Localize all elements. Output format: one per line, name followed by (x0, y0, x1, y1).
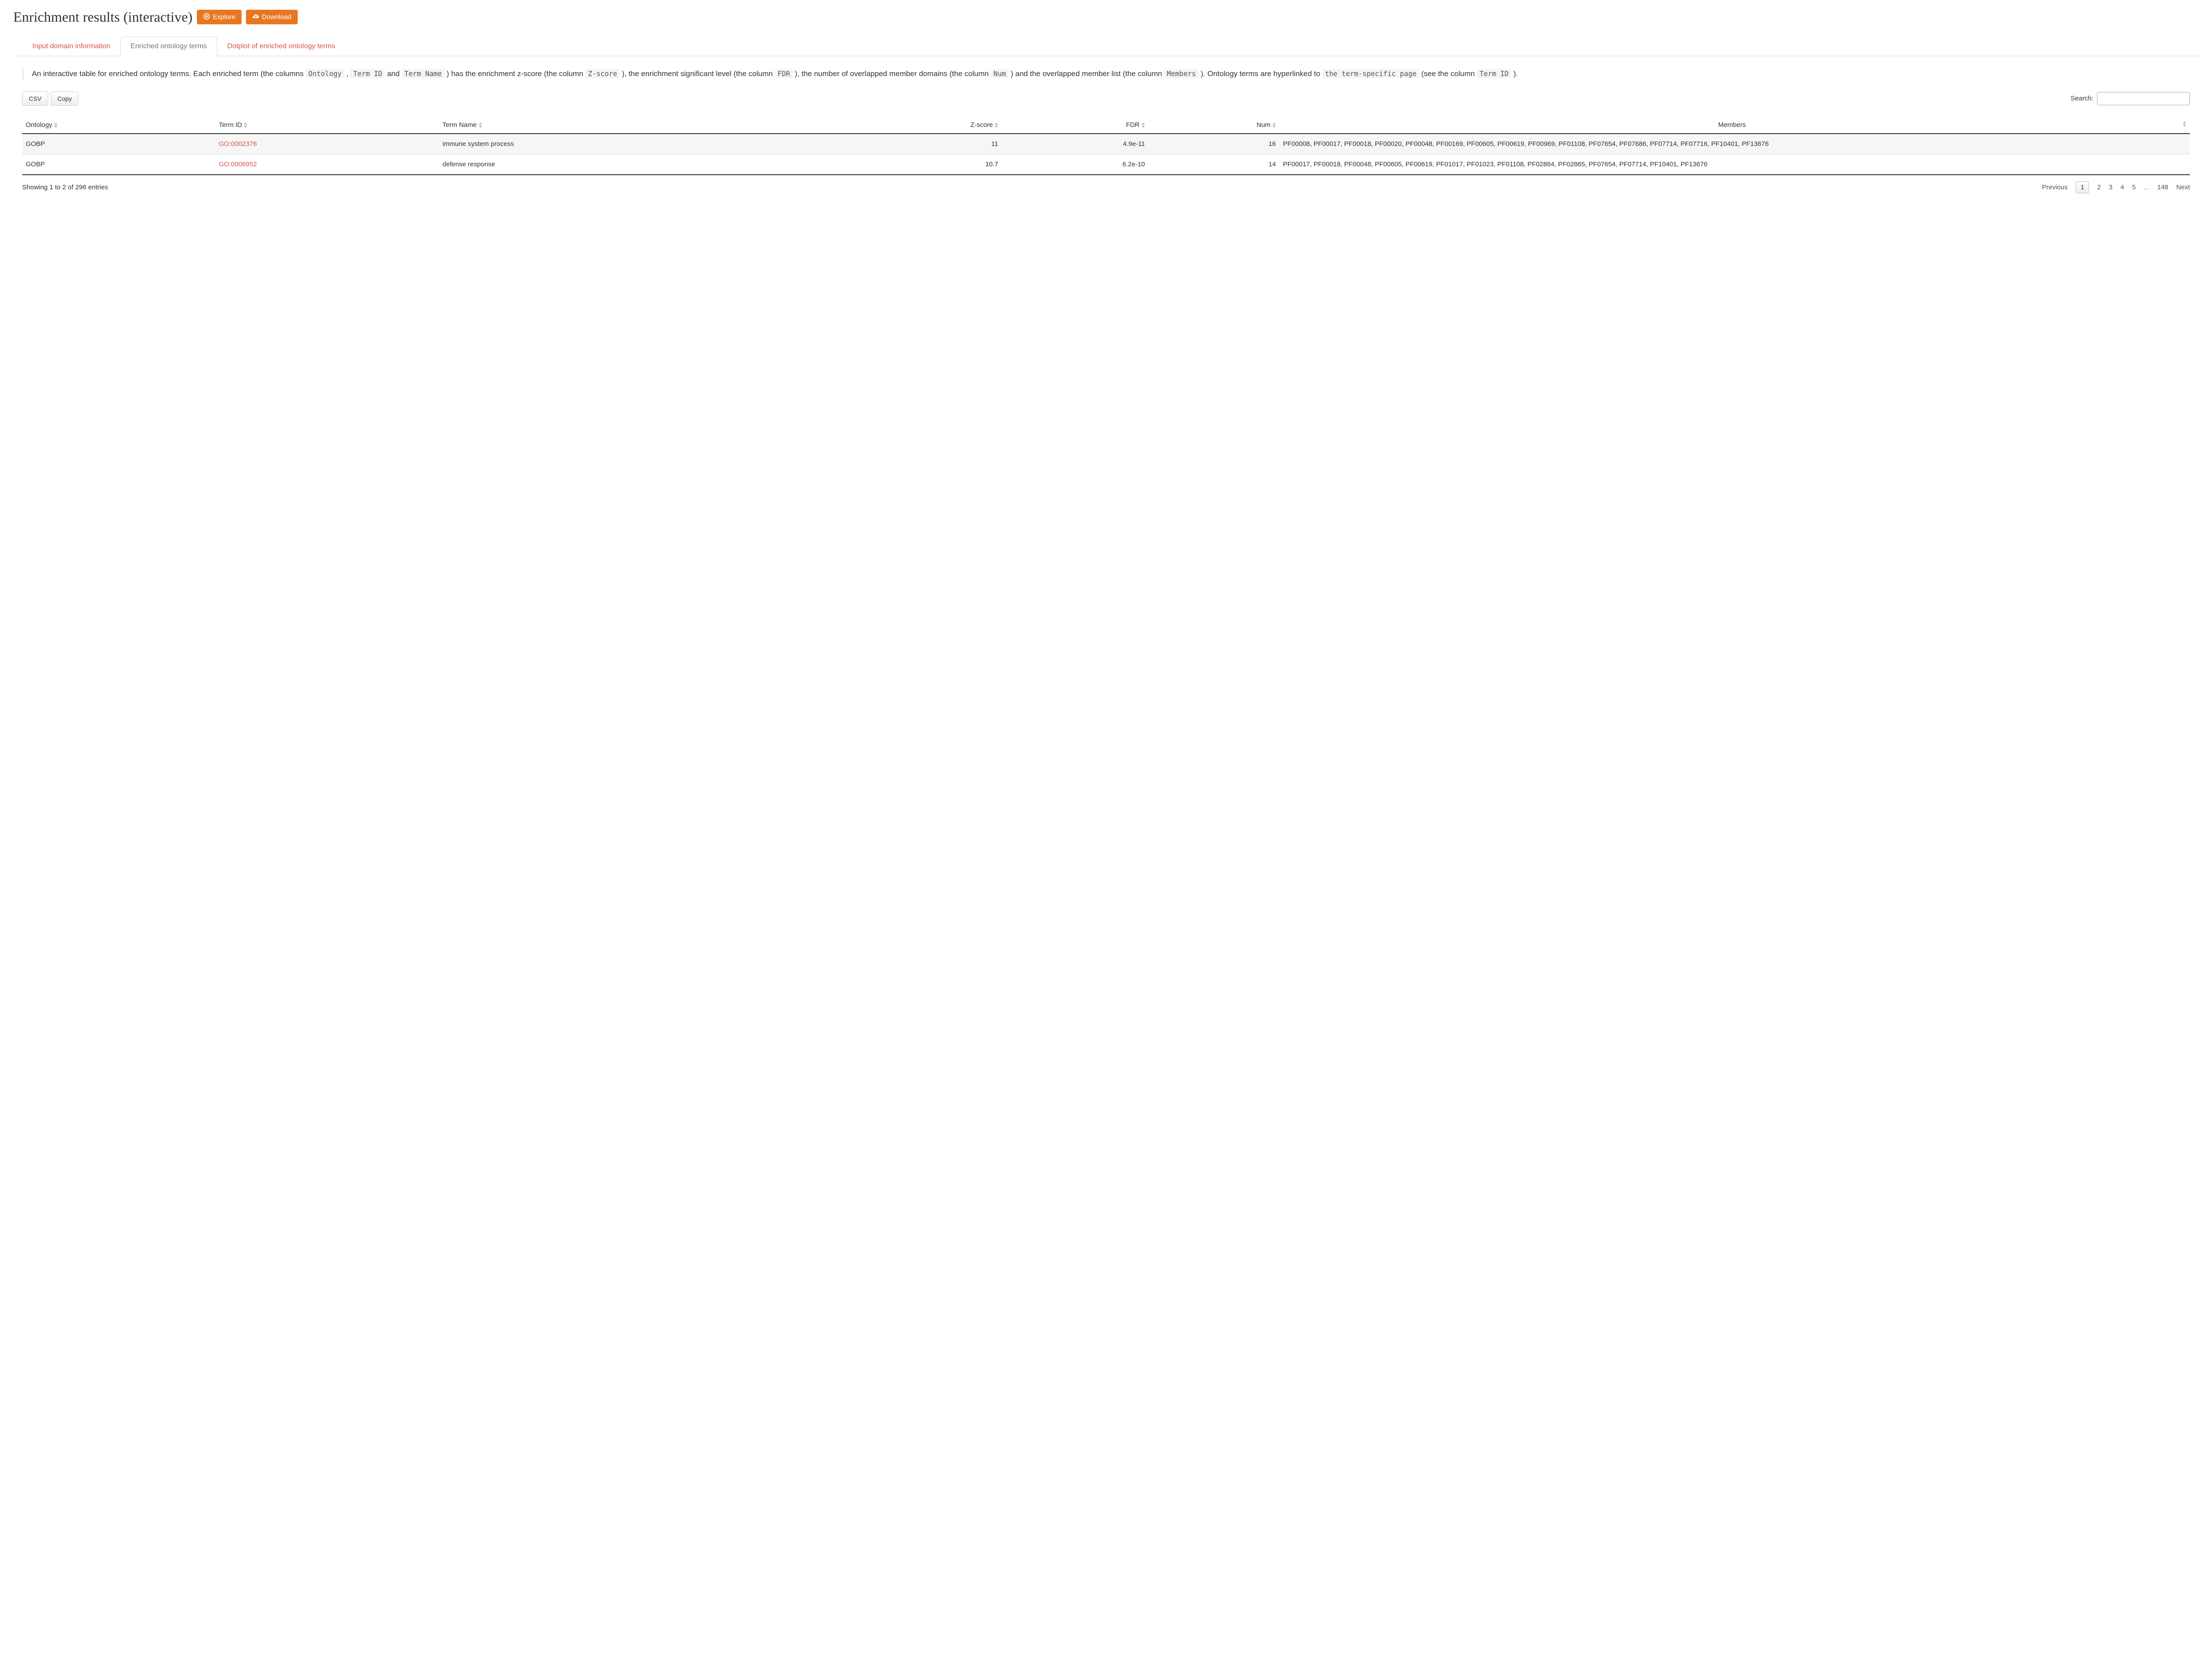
sort-icon (2183, 121, 2186, 127)
sort-icon (479, 123, 482, 128)
explore-button[interactable]: Explore (197, 10, 242, 24)
sort-icon (1141, 123, 1145, 128)
csv-button[interactable]: CSV (22, 92, 48, 106)
page-last[interactable]: 148 (2157, 184, 2168, 191)
col-ontology[interactable]: Ontology (22, 117, 215, 134)
kw-termid: Term ID (350, 69, 385, 78)
cell-members: PF00017, PF00018, PF00048, PF00605, PF00… (1279, 154, 2190, 175)
sort-icon (995, 123, 998, 128)
copy-button[interactable]: Copy (51, 92, 79, 106)
page-1[interactable]: 1 (2076, 181, 2089, 193)
cell-members: PF00008, PF00017, PF00018, PF00020, PF00… (1279, 134, 2190, 154)
tab-dotplot[interactable]: Dotplot of enriched ontology terms (217, 37, 346, 56)
kw-fdr: FDR (775, 69, 793, 78)
kw-ontology: Ontology (306, 69, 344, 78)
page-4[interactable]: 4 (2120, 184, 2124, 191)
intro-text: An interactive table for enriched ontolo… (22, 67, 2190, 81)
cell-zscore: 10.7 (829, 154, 1002, 175)
page-2[interactable]: 2 (2097, 184, 2101, 191)
cell-termname: defense response (439, 154, 829, 175)
cell-num: 14 (1148, 154, 1279, 175)
cell-termname: immune system process (439, 134, 829, 154)
kw-termid2: Term ID (1477, 69, 1511, 78)
kw-members: Members (1164, 69, 1198, 78)
explore-label: Explore (213, 14, 235, 20)
search-input[interactable] (2097, 92, 2190, 105)
kw-num: Num (991, 69, 1009, 78)
page-ellipsis: ... (2144, 184, 2150, 191)
search-label: Search: (2070, 95, 2093, 102)
results-table: Ontology Term ID Term Name Z-score FDR N… (22, 117, 2190, 175)
page-next[interactable]: Next (2176, 184, 2190, 191)
download-label: Download (262, 14, 292, 20)
target-icon (203, 13, 210, 21)
kw-zscore: Z-score (585, 69, 620, 78)
col-fdr[interactable]: FDR (1002, 117, 1148, 134)
tab-enriched-terms[interactable]: Enriched ontology terms (120, 37, 217, 56)
page-title: Enrichment results (interactive) (13, 9, 192, 25)
sort-icon (244, 123, 247, 128)
termid-link[interactable]: GO:0006952 (219, 161, 257, 168)
table-row: GOBP GO:0006952 defense response 10.7 6.… (22, 154, 2190, 175)
tab-input-domain[interactable]: Input domain information (22, 37, 120, 56)
page-5[interactable]: 5 (2132, 184, 2135, 191)
cell-num: 16 (1148, 134, 1279, 154)
kw-termspecific: the term-specific page (1322, 69, 1419, 78)
col-zscore[interactable]: Z-score (829, 117, 1002, 134)
col-members[interactable]: Members (1279, 117, 2190, 134)
termid-link[interactable]: GO:0002376 (219, 140, 257, 148)
page-3[interactable]: 3 (2109, 184, 2112, 191)
cell-fdr: 4.9e-11 (1002, 134, 1148, 154)
page-previous[interactable]: Previous (2042, 184, 2068, 191)
tab-bar: Input domain information Enriched ontolo… (13, 36, 2199, 56)
download-button[interactable]: Download (246, 10, 298, 24)
table-row: GOBP GO:0002376 immune system process 11… (22, 134, 2190, 154)
sort-icon (54, 123, 58, 128)
pagination: Previous 1 2 3 4 5 ... 148 Next (2042, 181, 2190, 193)
col-termname[interactable]: Term Name (439, 117, 829, 134)
cloud-download-icon (252, 13, 259, 21)
kw-termname: Term Name (402, 69, 445, 78)
cell-zscore: 11 (829, 134, 1002, 154)
cell-ontology: GOBP (22, 134, 215, 154)
col-termid[interactable]: Term ID (215, 117, 439, 134)
col-num[interactable]: Num (1148, 117, 1279, 134)
cell-ontology: GOBP (22, 154, 215, 175)
sort-icon (1272, 123, 1276, 128)
cell-fdr: 6.2e-10 (1002, 154, 1148, 175)
table-info: Showing 1 to 2 of 296 entries (22, 184, 108, 191)
